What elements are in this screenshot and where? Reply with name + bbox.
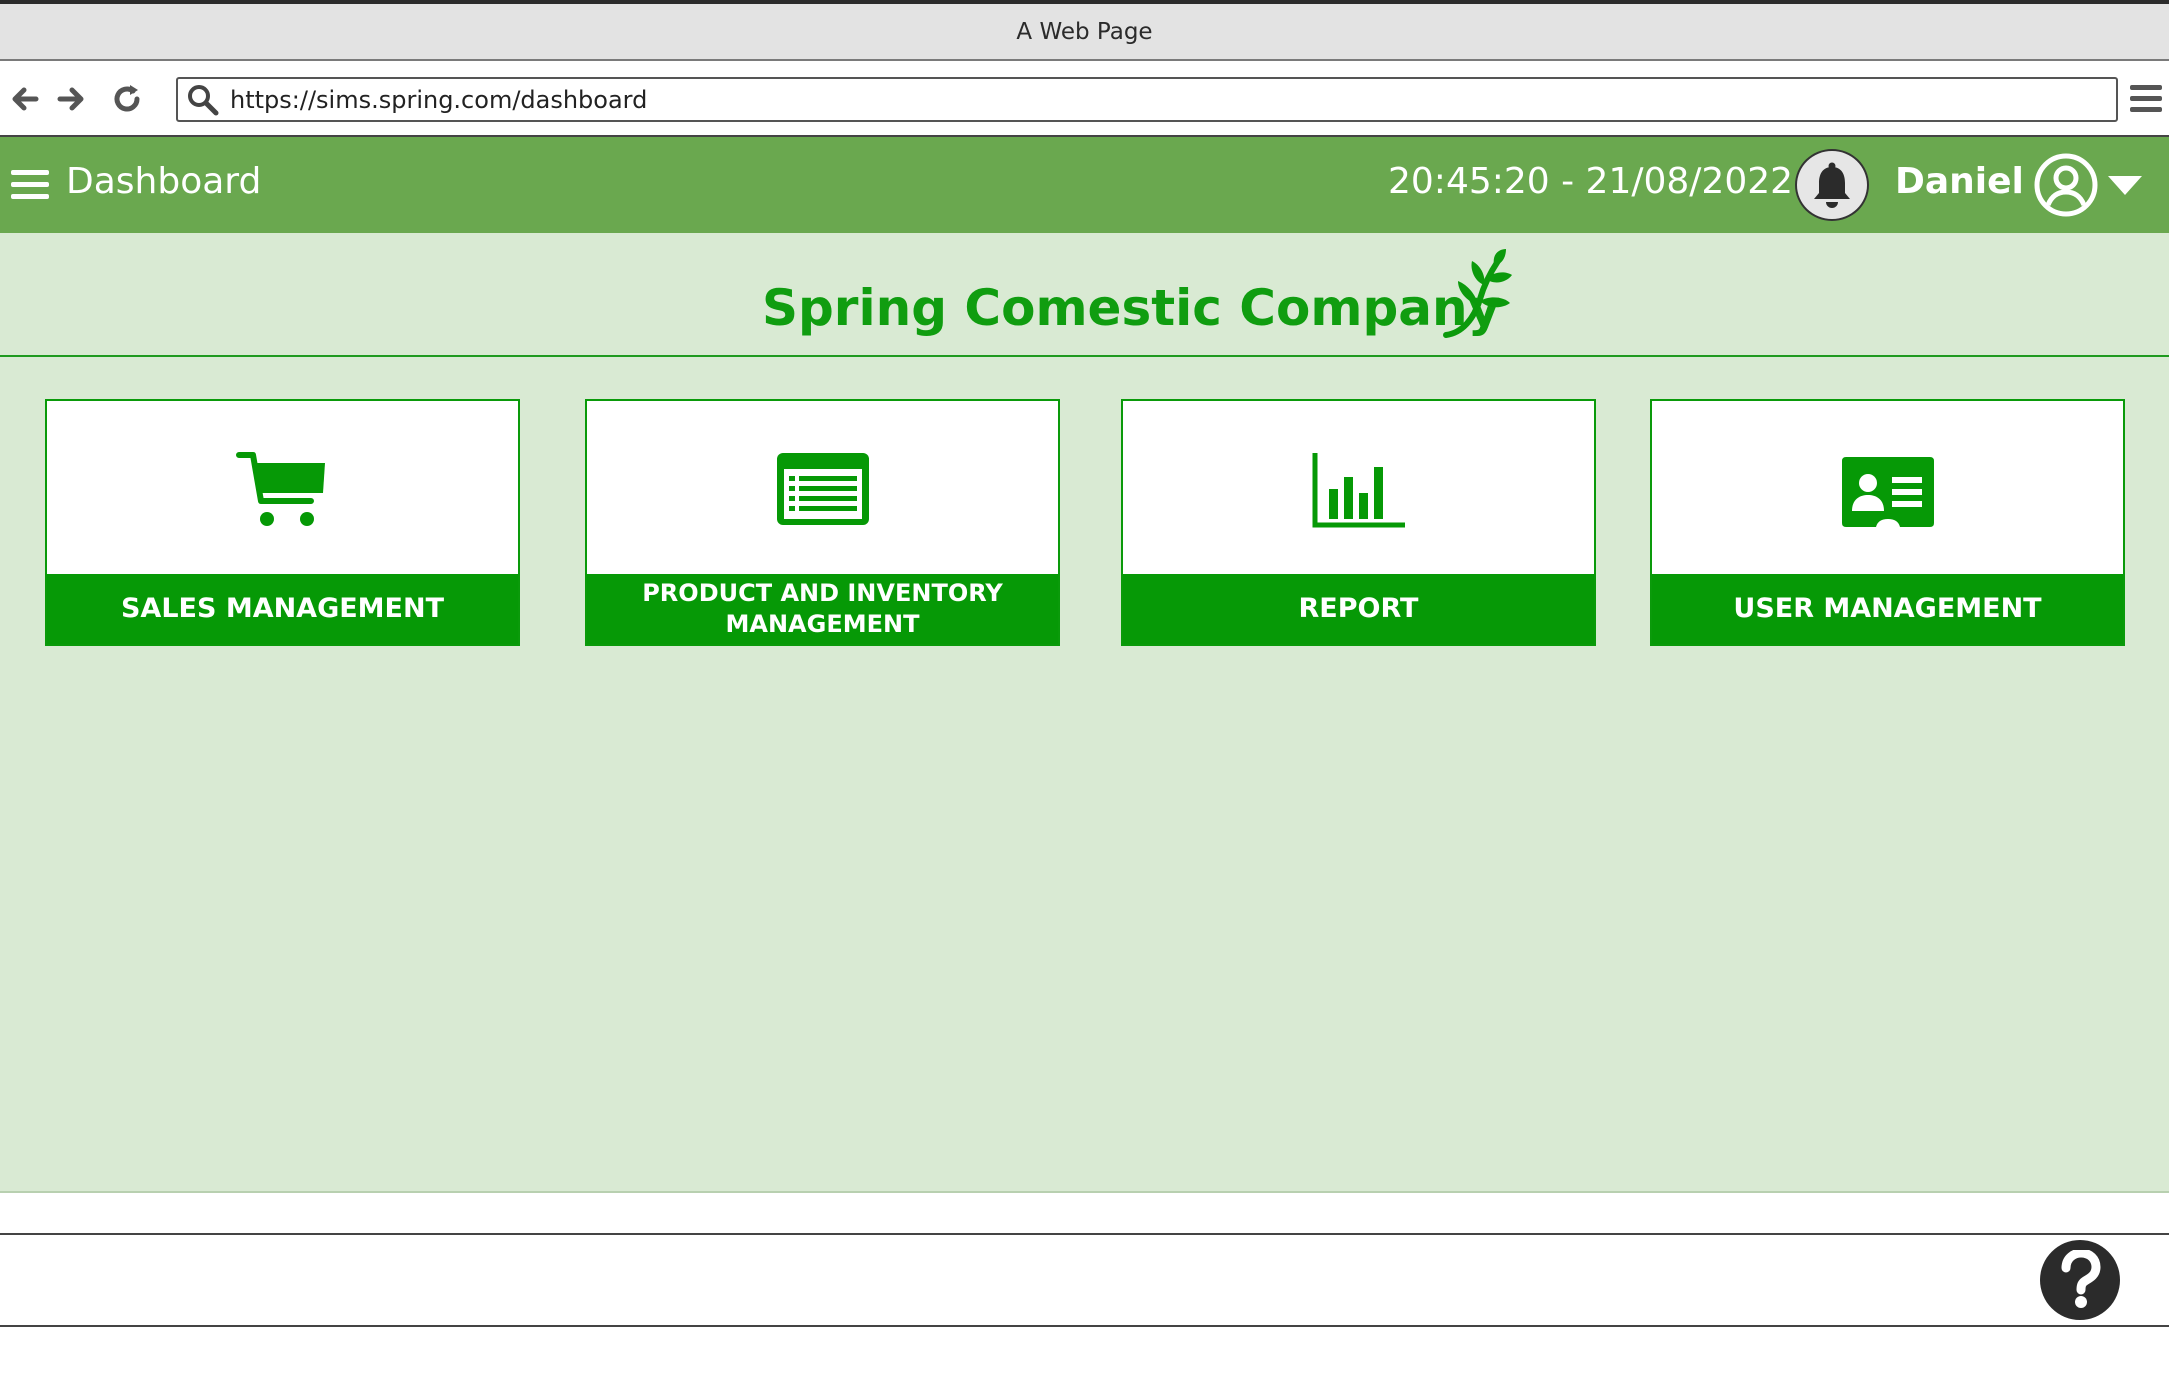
footer-divider-bottom [0,1325,2169,1327]
user-id-card-icon [1841,457,1934,527]
window-title: A Web Page [1016,18,1153,45]
chevron-down-icon[interactable] [2106,173,2144,197]
address-bar[interactable]: https://sims.spring.com/dashboard [176,77,2118,122]
card-label: SALES MANAGEMENT [47,574,518,644]
bar-chart-icon [1312,453,1405,528]
company-banner: Spring Comestic Company [0,233,2169,357]
user-management-card[interactable]: USER MANAGEMENT [1650,399,2125,646]
footer-divider-top [0,1233,2169,1235]
question-mark-icon [2061,1250,2101,1308]
search-icon [188,84,219,115]
dashboard-content: Spring Comestic Company SALES MANAGEMENT [0,233,2169,1193]
reload-icon[interactable] [108,80,146,118]
hamburger-menu-icon[interactable] [10,167,50,203]
product-inventory-card[interactable]: PRODUCT AND INVENTORY MANAGEMENT [585,399,1060,646]
browser-title-bar: A Web Page [0,0,2169,61]
card-label: REPORT [1123,574,1594,644]
current-datetime: 20:45:20 - 21/08/2022 [1388,161,1794,202]
card-label: PRODUCT AND INVENTORY MANAGEMENT [587,574,1058,644]
back-arrow-icon[interactable] [6,80,44,118]
product-list-icon [776,453,869,525]
page-title: Dashboard [66,161,262,202]
sales-management-card[interactable]: SALES MANAGEMENT [45,399,520,646]
user-avatar-icon[interactable] [2034,153,2098,217]
browser-toolbar: https://sims.spring.com/dashboard [0,61,2169,137]
forward-arrow-icon[interactable] [52,80,90,118]
url-text[interactable]: https://sims.spring.com/dashboard [230,86,647,114]
help-button[interactable] [2040,1240,2120,1320]
leaf-icon [1443,249,1512,338]
card-label: USER MANAGEMENT [1652,574,2123,644]
company-name: Spring Comestic Company [762,279,1501,337]
app-header: Dashboard 20:45:20 - 21/08/2022 Daniel [0,137,2169,233]
report-card[interactable]: REPORT [1121,399,1596,646]
notifications-button[interactable] [1795,149,1869,221]
shopping-cart-icon [235,452,325,526]
username[interactable]: Daniel [1895,161,2024,202]
browser-menu-icon[interactable] [2128,82,2164,116]
bell-icon [1814,162,1850,208]
browser-window: A Web Page https://sims.spring.com/dashb… [0,0,2169,1381]
